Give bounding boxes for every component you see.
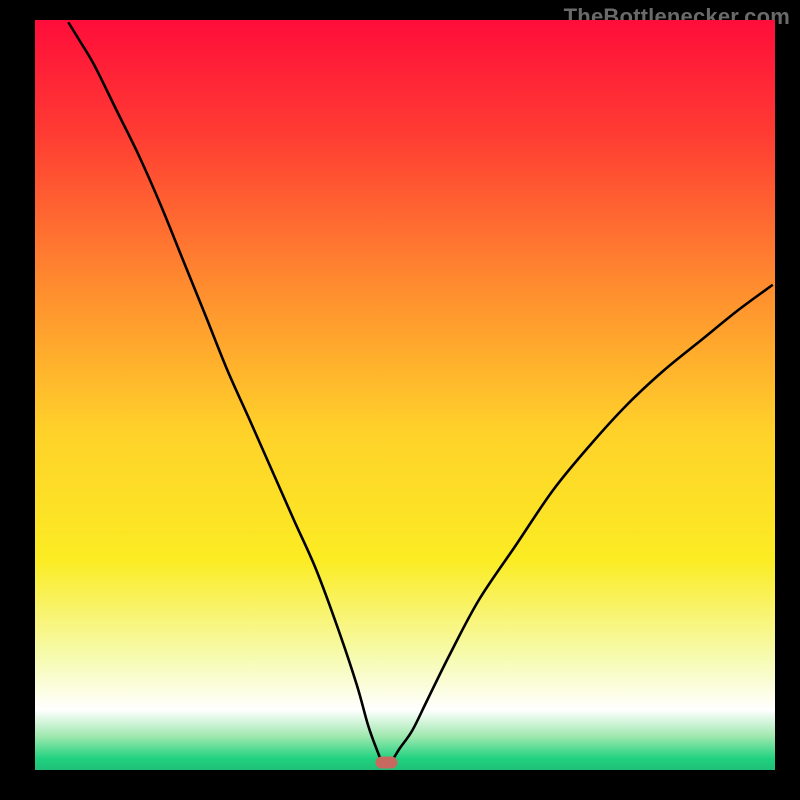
- optimal-marker: [376, 757, 398, 769]
- gradient-background: [35, 20, 775, 770]
- chart-frame: TheBottlenecker.com: [0, 0, 800, 800]
- bottleneck-chart: [0, 0, 800, 800]
